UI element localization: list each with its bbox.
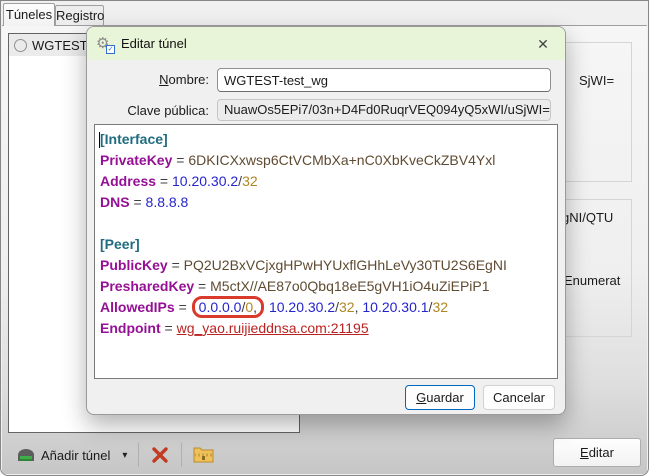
name-label: Nombre: [87, 72, 209, 87]
tunnel-toolbar: Añadir túnel ▾ [2, 438, 422, 472]
tab-bar: Túneles Registro [1, 1, 648, 25]
config-editor[interactable]: [Interface]PrivateKey = 6DKICXxwsp6CtVCM… [94, 124, 558, 379]
wireguard-window: Túneles Registro WGTEST- SjWI= gNI/QTU E… [0, 0, 649, 476]
close-icon: ✕ [537, 36, 549, 53]
dialog-titlebar: ⚙ ✓ Editar túnel ✕ [87, 27, 565, 60]
peer-pubkey-fragment: gNI/QTU [562, 210, 613, 225]
tab-log-label: Registro [56, 8, 104, 23]
edit-button[interactable]: Editar [553, 438, 641, 467]
dialog-title: Editar túnel [121, 36, 187, 51]
edit-tunnel-icon: ⚙ ✓ [96, 35, 114, 53]
tunnel-status-icon [14, 39, 27, 52]
tunnel-icon [17, 448, 35, 462]
text-caret [99, 132, 100, 148]
tunnel-item-label: WGTEST- [32, 38, 91, 53]
config-line: AllowedIPs = 0.0.0.0/0, 10.20.30.2/32, 1… [100, 297, 557, 318]
allowedips-highlight: 0.0.0.0/0, [192, 296, 264, 318]
peer-text-fragment: Enumerat [564, 273, 620, 288]
config-line [100, 213, 557, 234]
name-input[interactable] [217, 68, 551, 92]
delete-tunnel-button[interactable] [144, 442, 176, 468]
cancel-button[interactable]: Cancelar [483, 385, 555, 410]
export-tunnels-button[interactable] [187, 444, 220, 467]
config-line: PublicKey = PQ2U2BxVCjxgHPwHYUxflGHhLeVy… [100, 255, 557, 276]
toolbar-separator [181, 443, 182, 467]
config-line: [Interface] [100, 129, 557, 150]
toolbar-separator [138, 443, 139, 467]
delete-x-icon [150, 445, 170, 465]
interface-pubkey-fragment: SjWI= [579, 73, 614, 88]
edit-tunnel-dialog: ⚙ ✓ Editar túnel ✕ Nombre: Clave pública… [86, 26, 566, 415]
dialog-buttons: Guardar Cancelar [87, 385, 565, 413]
config-line: [Peer] [100, 234, 557, 255]
config-line: PrivateKey = 6DKICXxwsp6CtVCMbXa+nC0XbKv… [100, 150, 557, 171]
config-line: Address = 10.20.30.2/32 [100, 171, 557, 192]
check-badge-icon: ✓ [106, 45, 115, 54]
chevron-down-icon[interactable]: ▾ [122, 450, 127, 461]
config-line: PresharedKey = M5ctX//AE87o0Qbq18eE5gVH1… [100, 276, 557, 297]
tab-tunnels[interactable]: Túneles [3, 3, 55, 26]
add-tunnel-label: Añadir túnel [41, 448, 110, 463]
public-key-label: Clave pública: [87, 103, 209, 118]
config-line: Endpoint = wg_yao.ruijieddnsa.com:21195 [100, 318, 557, 339]
add-tunnel-button[interactable]: Añadir túnel ▾ [11, 445, 133, 466]
save-button[interactable]: Guardar [405, 385, 475, 410]
tab-log[interactable]: Registro [55, 5, 104, 25]
config-line: DNS = 8.8.8.8 [100, 192, 557, 213]
zip-folder-icon [193, 447, 214, 464]
tab-tunnels-label: Túneles [6, 7, 52, 22]
close-button[interactable]: ✕ [529, 32, 557, 56]
public-key-field: NuawOs5EPi7/03n+D4Fd0RuqrVEQ094yQ5xWI/uS… [217, 99, 551, 121]
